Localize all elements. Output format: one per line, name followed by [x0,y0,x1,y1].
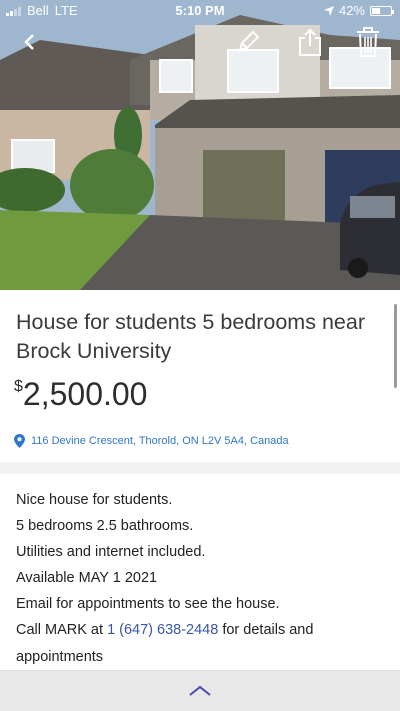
back-chevron-icon [24,34,34,50]
currency-symbol: $ [14,378,23,395]
battery-percent: 42% [338,3,365,18]
edit-pencil-icon [238,30,260,52]
status-bar: Bell LTE 5:10 PM 42% [0,0,400,22]
listing-price: $2,500.00 [14,376,147,413]
description-line: 5 bedrooms 2.5 bathrooms. [16,518,194,534]
house-photo-illustration [0,0,400,290]
description-line: Nice house for students. [16,492,173,508]
call-suffix: for details and [218,622,314,638]
price-amount: 2,500.00 [22,376,148,412]
phone-link[interactable]: 1 (647) 638-2448 [107,622,218,638]
share-icon [299,28,321,56]
location-arrow-icon [323,5,334,16]
description-line-call: Call MARK at 1 (647) 638-2448 for detail… [16,622,313,638]
back-button[interactable] [12,24,48,60]
edit-button[interactable] [230,24,266,60]
address-link[interactable]: 116 Devine Crescent, Thorold, ON L2V 5A4… [14,434,289,448]
expand-bar[interactable] [0,670,400,711]
description-line: Utilities and internet included. [16,544,206,560]
address-text: 116 Devine Crescent, Thorold, ON L2V 5A4… [31,435,289,447]
map-pin-icon [14,434,25,448]
listing-summary-card: House for students 5 bedrooms near Brock… [0,290,400,462]
description-line: Email for appointments to see the house. [16,596,280,612]
listing-description: Nice house for students. 5 bedrooms 2.5 … [0,474,400,670]
battery-icon [370,5,394,16]
title-line-2: Brock University [16,339,172,363]
delete-button[interactable] [350,24,386,60]
chevron-up-icon [189,685,211,696]
listing-title: House for students 5 bedrooms near Brock… [16,308,386,366]
scrollbar[interactable] [394,304,397,388]
listing-photo[interactable] [0,0,400,290]
title-line-1: House for students 5 bedrooms near [16,310,365,334]
description-line: Available MAY 1 2021 [16,570,158,586]
status-right: 42% [323,3,394,18]
description-line: appointments [16,649,104,665]
share-button[interactable] [292,24,328,60]
call-prefix: Call MARK at [16,622,108,638]
trash-icon [357,27,379,57]
